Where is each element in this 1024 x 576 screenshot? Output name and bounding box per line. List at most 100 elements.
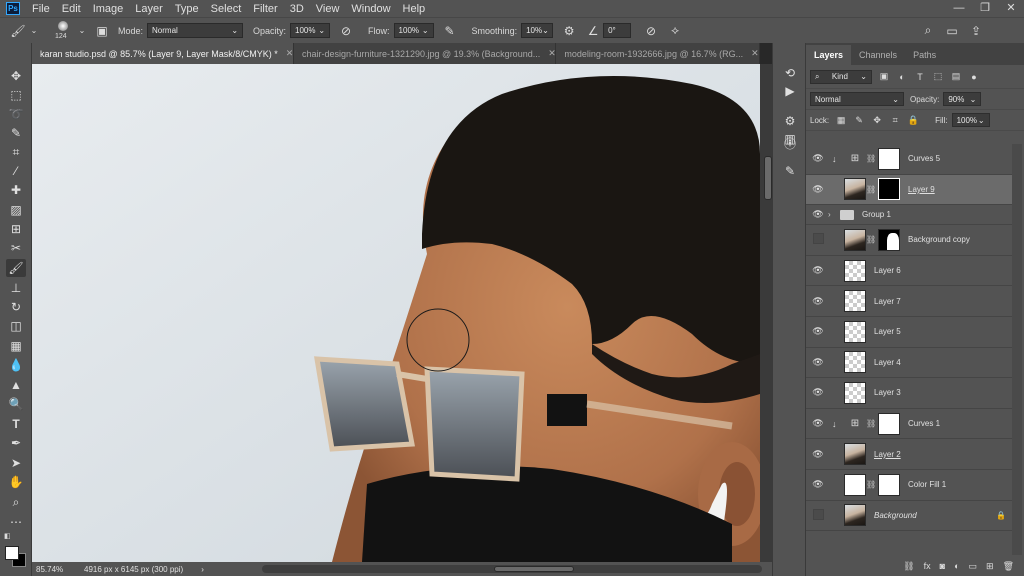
filter-smartobject-icon[interactable]: ▤ xyxy=(950,71,962,83)
blend-mode-select[interactable]: Normal ⌄ xyxy=(810,92,904,106)
link-icon[interactable]: ⛓ xyxy=(866,480,876,489)
scrollbar-thumb[interactable] xyxy=(764,156,772,200)
eye-icon[interactable]: 👁 xyxy=(810,184,826,195)
layer-thumbnail[interactable] xyxy=(844,228,866,251)
delete-layer-icon[interactable]: 🗑 xyxy=(1003,561,1014,572)
eye-icon[interactable]: 👁 xyxy=(810,387,826,398)
link-icon[interactable]: ⛓ xyxy=(866,185,876,194)
adjustments-icon[interactable]: ⚙ xyxy=(782,113,798,129)
filter-toggle-icon[interactable]: ● xyxy=(968,71,980,83)
layer-curves-5[interactable]: 👁 ↓ ⊞ ⛓ Curves 5 xyxy=(806,144,1012,175)
workspace-icon[interactable]: ▭ xyxy=(944,23,960,39)
add-mask-icon[interactable]: ◙ xyxy=(940,561,945,571)
layer-layer-5[interactable]: 👁 Layer 5 xyxy=(806,317,1012,348)
lock-position-icon[interactable]: ✥ xyxy=(871,114,883,126)
menu-3d[interactable]: 3D xyxy=(284,3,310,15)
eye-icon[interactable]: 👁 xyxy=(810,326,826,337)
filter-pixel-icon[interactable]: ▣ xyxy=(878,71,890,83)
layer-mask-thumbnail[interactable] xyxy=(878,228,900,251)
tab-paths[interactable]: Paths xyxy=(905,45,944,65)
menu-window[interactable]: Window xyxy=(345,3,396,15)
crop-tool-icon[interactable]: ⌗ xyxy=(6,143,26,161)
brush-tool-icon[interactable]: 🖌 xyxy=(6,259,26,277)
close-icon[interactable]: ✕ xyxy=(286,48,293,59)
layers-scrollbar[interactable] xyxy=(1012,144,1022,555)
filter-type-icon[interactable]: T xyxy=(914,71,926,83)
layer-thumbnail[interactable] xyxy=(844,178,866,201)
layer-style-icon[interactable]: fx xyxy=(924,561,931,571)
smoothing-field[interactable]: 10% ⌄ xyxy=(521,23,554,38)
layer-mask-thumbnail[interactable] xyxy=(878,178,900,201)
close-icon[interactable]: ✕ xyxy=(751,48,759,59)
layer-mask-thumbnail[interactable] xyxy=(878,412,900,435)
filter-shape-icon[interactable]: ⬚ xyxy=(932,71,944,83)
layer-opacity-field[interactable]: 90% ⌄ xyxy=(943,92,982,106)
menu-file[interactable]: File xyxy=(26,3,56,15)
marquee-tool-icon[interactable]: ⬚ xyxy=(6,86,26,104)
chevron-right-icon[interactable]: › xyxy=(828,210,836,219)
content-aware-move-tool-icon[interactable]: ✂ xyxy=(6,239,26,257)
history-brush-tool-icon[interactable]: ↻ xyxy=(6,298,26,316)
layer-background[interactable]: Background 🔒 xyxy=(806,501,1012,532)
close-icon[interactable]: ✕ xyxy=(548,48,555,59)
tab-layers[interactable]: Layers xyxy=(806,45,852,65)
eye-icon[interactable]: 👁 xyxy=(810,153,826,164)
layer-layer-3[interactable]: 👁 Layer 3 xyxy=(806,378,1012,409)
patch-tool-icon[interactable]: ⊞ xyxy=(6,220,26,238)
chevron-down-icon[interactable]: ⌄ xyxy=(74,23,90,39)
status-menu-arrow[interactable]: › xyxy=(201,565,204,574)
menu-select[interactable]: Select xyxy=(205,3,248,15)
spot-healing-tool-icon[interactable]: ▨ xyxy=(6,201,26,219)
layer-layer-2[interactable]: 👁 Layer 2 xyxy=(806,439,1012,470)
tab-chair-design[interactable]: chair-design-furniture-1321290.jpg @ 19.… xyxy=(293,43,557,64)
blur-tool-icon[interactable]: 💧 xyxy=(6,356,26,374)
move-tool-icon[interactable]: ✥ xyxy=(6,67,26,85)
layer-layer-9[interactable]: 👁 ⛓ Layer 9 xyxy=(806,174,1012,206)
pressure-size-icon[interactable]: ⊘ xyxy=(643,23,659,39)
layer-thumbnail[interactable] xyxy=(844,351,866,374)
brush-preset-picker[interactable]: 124 xyxy=(52,20,74,42)
properties-icon[interactable]: ✎ xyxy=(782,163,798,179)
eye-icon[interactable]: 👁 xyxy=(810,265,826,276)
brush-tool-icon[interactable]: 🖌 xyxy=(10,23,26,39)
menu-edit[interactable]: Edit xyxy=(56,3,87,15)
clone-stamp-tool-icon[interactable]: ⊥ xyxy=(6,279,26,297)
lock-pixels-icon[interactable]: ✎ xyxy=(853,114,865,126)
menu-layer[interactable]: Layer xyxy=(129,3,169,15)
menu-view[interactable]: View xyxy=(310,3,346,15)
vertical-scrollbar[interactable] xyxy=(760,64,772,562)
lock-all-icon[interactable]: 🔒 xyxy=(907,114,919,126)
link-layers-icon[interactable]: ⛓ xyxy=(903,561,914,572)
layer-thumbnail[interactable] xyxy=(844,443,866,466)
layer-layer-6[interactable]: 👁 Layer 6 xyxy=(806,256,1012,287)
history-icon[interactable]: ⟲ xyxy=(782,65,798,81)
mode-select[interactable]: Normal ⌄ xyxy=(147,23,244,38)
menu-filter[interactable]: Filter xyxy=(247,3,283,15)
brush-settings-icon[interactable]: ▣ xyxy=(94,23,110,39)
share-icon[interactable]: ⇪ xyxy=(968,23,984,39)
more-tools-icon[interactable]: ⋯ xyxy=(6,513,26,531)
new-group-icon[interactable]: ▭ xyxy=(969,561,978,572)
restore-button[interactable]: ❐ xyxy=(972,0,998,17)
lock-transparent-icon[interactable]: ▦ xyxy=(835,114,847,126)
eye-icon[interactable]: 👁 xyxy=(810,449,826,460)
pressure-opacity-icon[interactable]: ⊘ xyxy=(338,23,354,39)
lock-artboard-icon[interactable]: ⌗ xyxy=(889,114,901,126)
search-icon[interactable]: ⌕ xyxy=(920,23,936,39)
flow-field[interactable]: 100% ⌄ xyxy=(393,23,434,38)
scrollbar-thumb[interactable] xyxy=(494,566,574,572)
gradient-tool-icon[interactable]: ▦ xyxy=(6,337,26,355)
minimize-button[interactable]: — xyxy=(946,0,972,17)
tab-karan-studio[interactable]: karan studio.psd @ 85.7% (Layer 9, Layer… xyxy=(32,43,294,64)
link-icon[interactable]: ⛓ xyxy=(866,154,876,163)
eye-icon[interactable]: 👁 xyxy=(810,357,826,368)
layer-group-1[interactable]: 👁 › Group 1 xyxy=(806,205,1012,226)
eye-icon[interactable] xyxy=(810,233,826,246)
layer-thumbnail[interactable] xyxy=(844,259,866,282)
layer-mask-thumbnail[interactable] xyxy=(878,473,900,496)
layer-thumbnail[interactable] xyxy=(844,320,866,343)
layer-thumbnail[interactable] xyxy=(844,381,866,404)
angle-field[interactable]: 0° xyxy=(603,23,632,38)
layer-curves-1[interactable]: 👁 ↓ ⊞ ⛓ Curves 1 xyxy=(806,409,1012,440)
symmetry-icon[interactable]: ⟡ xyxy=(667,23,683,39)
